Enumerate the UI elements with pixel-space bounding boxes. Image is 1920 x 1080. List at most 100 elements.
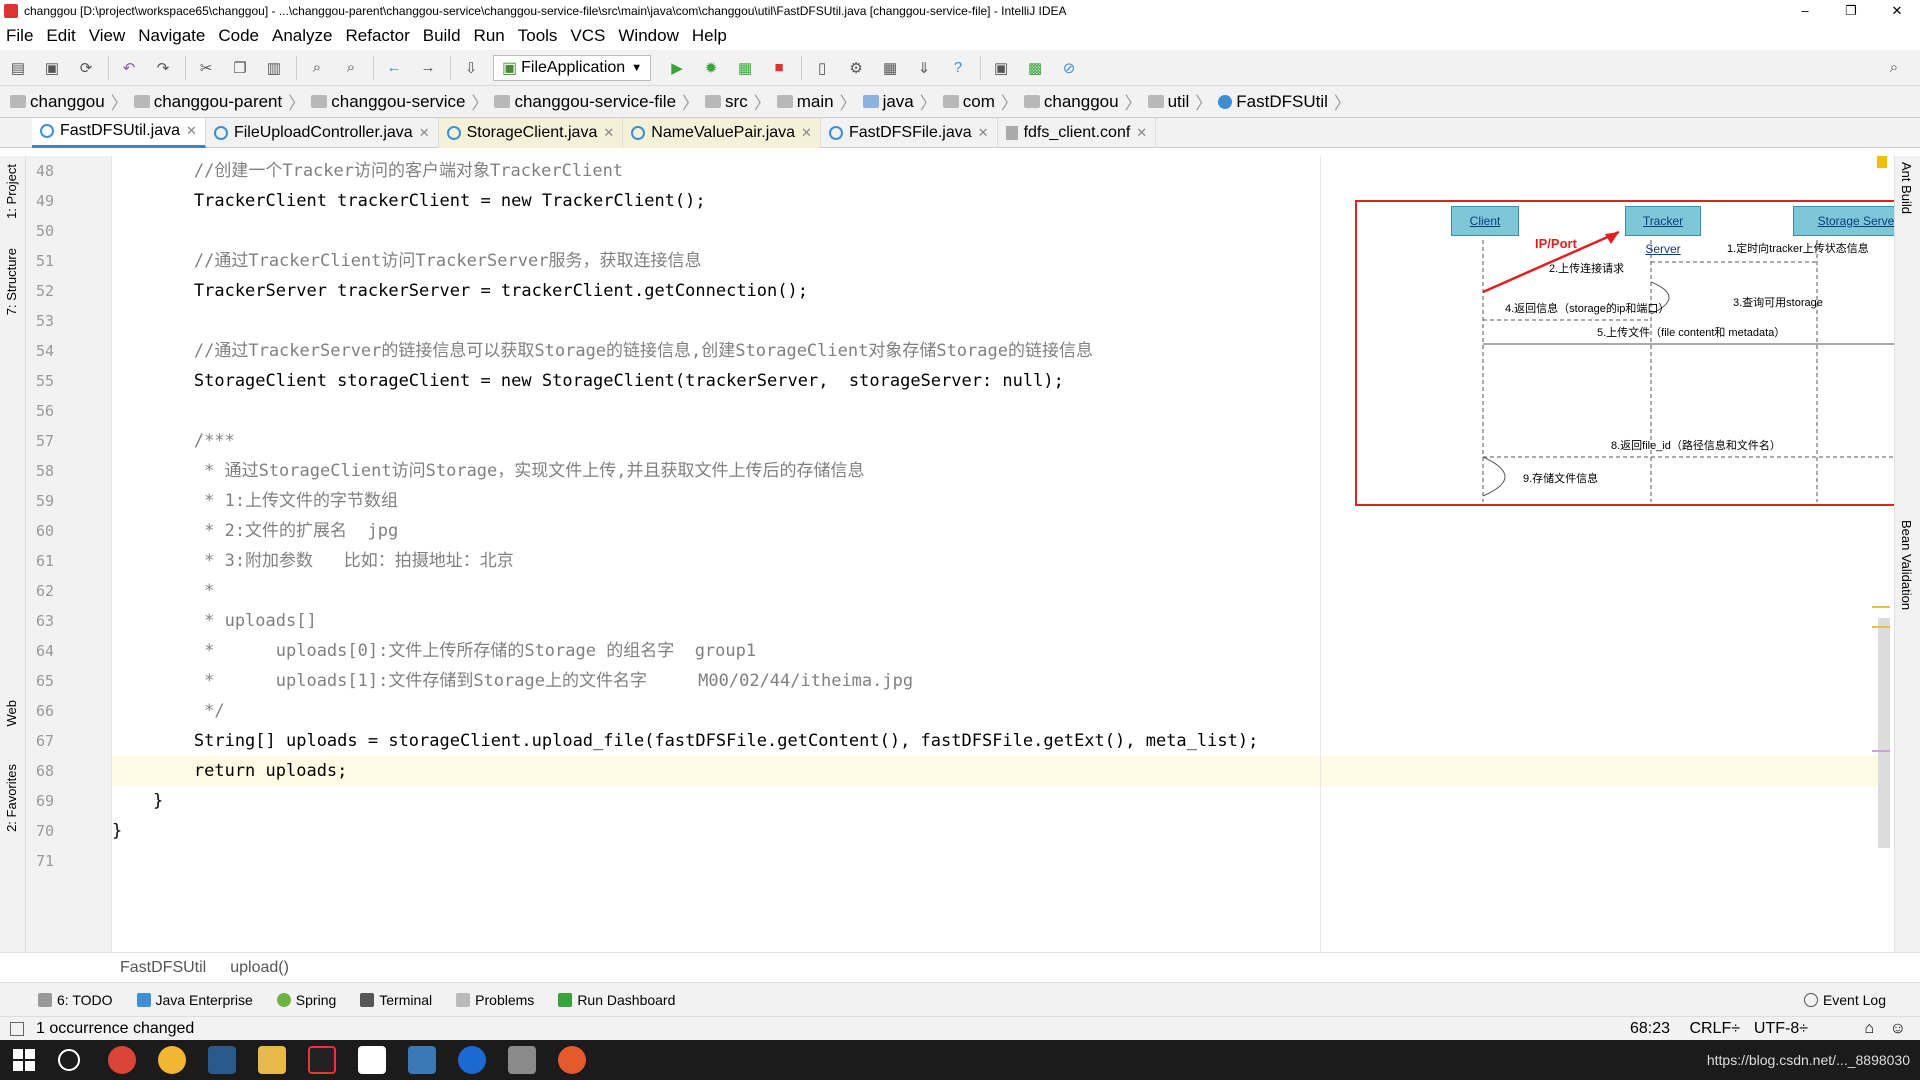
app-icon[interactable] bbox=[508, 1046, 536, 1074]
save-icon[interactable]: ▣ bbox=[40, 56, 64, 80]
menu-refactor[interactable]: Refactor bbox=[345, 26, 409, 46]
tab-fastdfsutil[interactable]: FastDFSUtil.java ✕ bbox=[32, 117, 206, 148]
find-icon[interactable]: ⌕ bbox=[305, 56, 329, 80]
code-line[interactable]: String[] uploads = storageClient.upload_… bbox=[112, 726, 1880, 756]
power-save-icon[interactable]: ⊘ bbox=[1057, 56, 1081, 80]
tool-bean-validation[interactable]: Bean Validation bbox=[1899, 520, 1914, 610]
app-icon[interactable] bbox=[558, 1046, 586, 1074]
breadcrumb-item[interactable]: util 〉 bbox=[1147, 89, 1212, 114]
code-line[interactable]: return uploads; bbox=[112, 756, 1880, 786]
app-icon[interactable] bbox=[458, 1046, 486, 1074]
tab-fdfs-client-conf[interactable]: fdfs_client.conf ✕ bbox=[998, 117, 1157, 148]
breadcrumb-item[interactable]: changgou-service-file 〉 bbox=[494, 89, 699, 114]
editor-scrollbar[interactable] bbox=[1872, 156, 1894, 952]
run-configuration-select[interactable]: ▣ FileApplication ▼ bbox=[493, 54, 652, 81]
menu-run[interactable]: Run bbox=[474, 26, 505, 46]
tool-problems[interactable]: Problems bbox=[456, 992, 534, 1008]
breadcrumb-item[interactable]: changgou-parent 〉 bbox=[133, 89, 305, 114]
tab-fileuploadcontroller[interactable]: FileUploadController.java ✕ bbox=[206, 117, 439, 148]
forward-icon[interactable]: → bbox=[416, 56, 440, 80]
run-icon[interactable]: ▶ bbox=[665, 56, 689, 80]
cut-icon[interactable]: ✂ bbox=[194, 56, 218, 80]
tool-project[interactable]: 1: Project bbox=[4, 164, 19, 219]
menu-edit[interactable]: Edit bbox=[46, 26, 75, 46]
memory-icon[interactable]: ☺ bbox=[1890, 1020, 1906, 1038]
inspection-status-icon[interactable] bbox=[1877, 156, 1887, 168]
maximize-button[interactable]: ❐ bbox=[1828, 0, 1874, 22]
menu-analyze[interactable]: Analyze bbox=[272, 26, 332, 46]
debug-icon[interactable]: ✹ bbox=[699, 56, 723, 80]
tool-ant-build[interactable]: Ant Build bbox=[1899, 162, 1914, 214]
paste-icon[interactable]: ▥ bbox=[262, 56, 286, 80]
close-icon[interactable]: ✕ bbox=[978, 125, 989, 141]
chrome-icon[interactable] bbox=[108, 1046, 136, 1074]
breadcrumb-item[interactable]: com 〉 bbox=[942, 89, 1018, 114]
menu-build[interactable]: Build bbox=[423, 26, 461, 46]
code-line[interactable]: //创建一个Tracker访问的客户端对象TrackerClient bbox=[112, 156, 1880, 186]
code-line[interactable]: } bbox=[112, 786, 1880, 816]
activity-monitor-icon[interactable]: ▩ bbox=[1023, 56, 1047, 80]
tool-web[interactable]: Web bbox=[4, 700, 19, 727]
tab-namevaluepair[interactable]: NameValuePair.java ✕ bbox=[623, 117, 821, 148]
minimize-button[interactable]: – bbox=[1782, 0, 1828, 22]
lock-icon[interactable]: ⌂ bbox=[1864, 1020, 1874, 1038]
build-icon[interactable]: ⇩ bbox=[459, 56, 483, 80]
windows-start-icon[interactable] bbox=[12, 1048, 36, 1072]
nav-method[interactable]: upload() bbox=[230, 959, 289, 977]
tab-fastdfsfile[interactable]: FastDFSFile.java ✕ bbox=[821, 117, 998, 148]
tool-event-log[interactable]: Event Log bbox=[1803, 992, 1886, 1008]
status-toggle-icon[interactable] bbox=[10, 1021, 24, 1036]
intellij-idea-icon[interactable] bbox=[308, 1046, 336, 1074]
app-icon[interactable] bbox=[408, 1046, 436, 1074]
close-button[interactable]: ✕ bbox=[1874, 0, 1920, 22]
redo-icon[interactable]: ↷ bbox=[151, 56, 175, 80]
menu-navigate[interactable]: Navigate bbox=[138, 26, 205, 46]
file-encoding[interactable]: UTF-8÷ bbox=[1754, 1020, 1808, 1038]
code-line[interactable]: * uploads[0]:文件上传所存储的Storage 的组名字 group1 bbox=[112, 636, 1880, 666]
menu-tools[interactable]: Tools bbox=[518, 26, 558, 46]
code-line[interactable]: } bbox=[112, 816, 1880, 846]
breadcrumb-item[interactable]: java 〉 bbox=[862, 89, 937, 114]
breadcrumb-item[interactable]: changgou 〉 bbox=[10, 89, 128, 114]
scrollbar-thumb[interactable] bbox=[1878, 618, 1890, 848]
code-line[interactable] bbox=[112, 846, 1880, 876]
breadcrumb-item[interactable]: FastDFSUtil 〉 bbox=[1218, 89, 1351, 114]
close-icon[interactable]: ✕ bbox=[801, 125, 812, 141]
app-icon[interactable] bbox=[158, 1046, 186, 1074]
close-icon[interactable]: ✕ bbox=[603, 125, 614, 141]
menu-file[interactable]: File bbox=[6, 26, 33, 46]
help-icon[interactable]: ? bbox=[946, 56, 970, 80]
open-folder-icon[interactable]: ▤ bbox=[6, 56, 30, 80]
screenshot-tool-icon[interactable] bbox=[208, 1046, 236, 1074]
close-icon[interactable]: ✕ bbox=[186, 123, 197, 139]
code-line[interactable]: * uploads[] bbox=[112, 606, 1880, 636]
replace-icon[interactable]: ⌕ bbox=[339, 56, 363, 80]
tasks-icon[interactable]: ▣ bbox=[989, 56, 1013, 80]
breadcrumb-item[interactable]: main 〉 bbox=[776, 89, 857, 114]
menu-help[interactable]: Help bbox=[692, 26, 727, 46]
bookmark-icon[interactable]: ▯ bbox=[810, 56, 834, 80]
breadcrumb-item[interactable]: src 〉 bbox=[705, 89, 771, 114]
search-icon[interactable] bbox=[58, 1049, 80, 1071]
tool-favorites[interactable]: 2: Favorites bbox=[4, 764, 19, 832]
line-separator[interactable]: CRLF÷ bbox=[1689, 1020, 1740, 1038]
typora-icon[interactable] bbox=[358, 1046, 386, 1074]
menu-window[interactable]: Window bbox=[618, 26, 678, 46]
menu-vcs[interactable]: VCS bbox=[570, 26, 605, 46]
code-line[interactable]: * bbox=[112, 576, 1880, 606]
project-structure-icon[interactable]: ▦ bbox=[878, 56, 902, 80]
tool-terminal[interactable]: Terminal bbox=[360, 992, 432, 1008]
back-icon[interactable]: ← bbox=[382, 56, 406, 80]
error-stripe-mark[interactable] bbox=[1872, 606, 1890, 608]
code-line[interactable]: * uploads[1]:文件存储到Storage上的文件名字 M00/02/4… bbox=[112, 666, 1880, 696]
breadcrumb-item[interactable]: changgou-service 〉 bbox=[311, 89, 488, 114]
code-line[interactable]: * 2:文件的扩展名 jpg bbox=[112, 516, 1880, 546]
tool-spring[interactable]: Spring bbox=[276, 992, 336, 1008]
file-explorer-icon[interactable] bbox=[258, 1046, 286, 1074]
tool-java-enterprise[interactable]: Java Enterprise bbox=[136, 992, 253, 1008]
search-everywhere-icon[interactable]: ⌕ bbox=[1882, 56, 1906, 80]
coverage-icon[interactable]: ▦ bbox=[733, 56, 757, 80]
caret-position[interactable]: 68:23 bbox=[1630, 1020, 1670, 1038]
nav-class[interactable]: FastDFSUtil bbox=[120, 959, 206, 977]
download-icon[interactable]: ⇓ bbox=[912, 56, 936, 80]
